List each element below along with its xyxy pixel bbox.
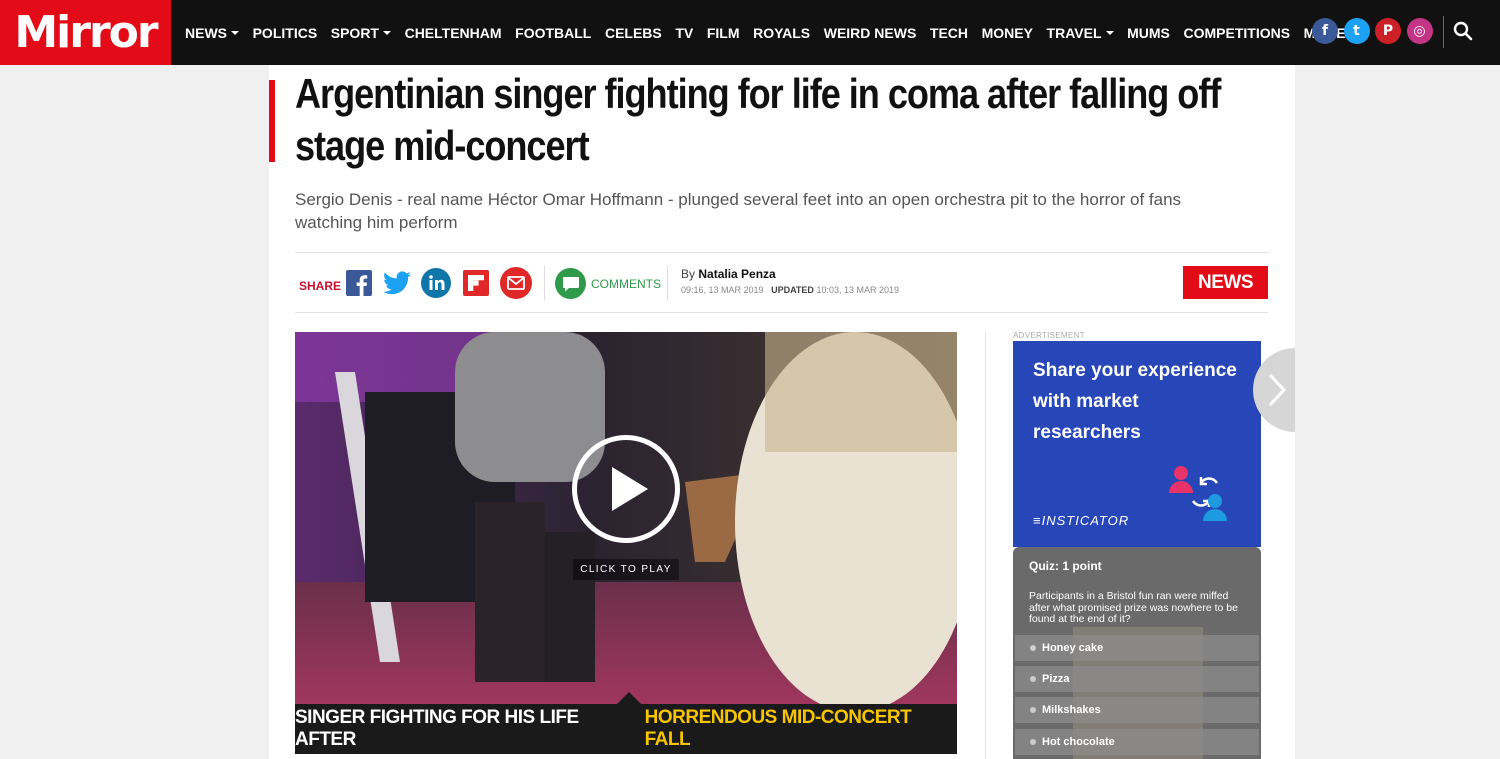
- byline: By Natalia Penza: [681, 267, 776, 281]
- quiz-option[interactable]: Honey cake: [1015, 635, 1259, 661]
- advertisement-label: ADVERTISEMENT: [1013, 331, 1085, 340]
- comments-divider: [667, 266, 668, 300]
- divider: [295, 252, 1268, 253]
- email-share-icon[interactable]: [500, 267, 532, 299]
- nav-item-money[interactable]: MONEY: [982, 25, 1033, 41]
- quiz-option[interactable]: Hot chocolate: [1015, 729, 1259, 755]
- main-nav: NEWS POLITICS SPORT CHELTENHAM FOOTBALL CELEB…: [185, 0, 1371, 65]
- facebook-icon[interactable]: f: [1312, 18, 1338, 44]
- quiz-widget: Quiz: 1 point Participants in a Bristol …: [1013, 547, 1261, 759]
- logo-text: Mirror: [14, 7, 158, 58]
- nav-item-label: TV: [675, 24, 694, 41]
- share-divider: [544, 266, 545, 300]
- video-player[interactable]: CLICK TO PLAY: [295, 332, 957, 705]
- caption-highlight: HORRENDOUS MID-CONCERT FALL: [644, 707, 912, 750]
- quiz-option[interactable]: Pizza: [1015, 666, 1259, 692]
- top-navbar: Mirror NEWS POLITICS SPORT CHELTENHAM FOOTBA…: [0, 0, 1500, 65]
- nav-item-weird-news[interactable]: WEIRD NEWS: [824, 25, 917, 41]
- caption-notch: [617, 692, 641, 704]
- nav-item-label: SPORT: [330, 24, 379, 41]
- share-label: SHARE: [299, 279, 342, 293]
- article-standfirst: Sergio Denis - real name Héctor Omar Hof…: [295, 190, 1182, 232]
- nav-item-cheltenham[interactable]: CHELTENHAM: [405, 25, 502, 41]
- advertisement-banner[interactable]: Share your experience with market resear…: [1013, 341, 1261, 547]
- instagram-icon[interactable]: ◎: [1406, 18, 1433, 44]
- nav-item-label: MUMS: [1127, 24, 1170, 41]
- nav-item-mums[interactable]: MUMS: [1127, 25, 1170, 41]
- ad-headline: Share your experience with market resear…: [1033, 360, 1237, 443]
- nav-item-tech[interactable]: TECH: [930, 25, 968, 41]
- nav-item-label: CHELTENHAM: [404, 24, 502, 41]
- click-to-play-label: CLICK TO PLAY: [295, 559, 957, 580]
- chevron-right-icon: [1268, 373, 1287, 407]
- nav-item-news[interactable]: NEWS: [185, 25, 239, 41]
- nav-item-sport[interactable]: SPORT: [331, 25, 391, 41]
- section-tag[interactable]: NEWS: [1183, 266, 1268, 299]
- facebook-share-icon[interactable]: [344, 268, 374, 298]
- nav-item-celebs[interactable]: CELEBS: [605, 25, 662, 41]
- article-dates: 09:16, 13 MAR 2019 UPDATED 10:03, 13 MAR…: [681, 285, 899, 295]
- nav-item-travel[interactable]: TRAVEL: [1047, 25, 1114, 41]
- mirror-logo[interactable]: Mirror: [0, 0, 171, 65]
- nav-item-competitions[interactable]: COMPETITIONS: [1183, 25, 1290, 41]
- nav-item-tv[interactable]: TV: [675, 25, 693, 41]
- published-date: 09:16, 13 MAR 2019: [681, 285, 764, 295]
- pinterest-icon[interactable]: P: [1375, 18, 1401, 44]
- quiz-question: Participants in a Bristol fun ran were m…: [1029, 590, 1238, 625]
- updated-label: UPDATED: [771, 285, 814, 295]
- twitter-icon[interactable]: t: [1343, 18, 1370, 44]
- quiz-title: Quiz: 1 point: [1029, 559, 1102, 573]
- twitter-share-icon[interactable]: [382, 268, 412, 298]
- caret-down-icon: [1105, 30, 1114, 35]
- comments-button[interactable]: COMMENTS: [555, 268, 661, 299]
- headline-accent: [269, 80, 275, 162]
- nav-item-label: FILM: [706, 24, 740, 41]
- comments-label: COMMENTS: [591, 276, 661, 291]
- article-headline: Argentinian singer fighting for life in …: [295, 70, 1221, 169]
- author-link[interactable]: Natalia Penza: [698, 267, 775, 281]
- nav-item-label: TECH: [929, 24, 969, 41]
- nav-item-label: TRAVEL: [1046, 24, 1102, 41]
- people-exchange-icon: [1169, 466, 1227, 521]
- nav-item-label: MONEY: [981, 24, 1033, 41]
- nav-item-label: COMPETITIONS: [1183, 24, 1291, 41]
- quiz-option[interactable]: Milkshakes: [1015, 697, 1259, 723]
- search-icon[interactable]: [1452, 20, 1474, 42]
- nav-item-label: ROYALS: [753, 24, 811, 41]
- nav-item-label: FOOTBALL: [515, 24, 592, 41]
- video-caption: SINGER FIGHTING FOR HIS LIFE AFTER HORRE…: [295, 704, 957, 754]
- next-article-button[interactable]: [1253, 340, 1295, 440]
- nav-item-label: WEIRD NEWS: [823, 24, 917, 41]
- nav-item-label: CELEBS: [604, 24, 662, 41]
- nav-item-label: NEWS: [185, 24, 227, 41]
- flipboard-share-icon[interactable]: [461, 268, 491, 298]
- social-links: f t P ◎: [1312, 18, 1438, 44]
- by-prefix: By: [681, 267, 696, 281]
- ad-brand: ≡INSTICATOR: [1033, 513, 1130, 528]
- nav-divider: [1443, 16, 1444, 48]
- nav-item-label: POLITICS: [252, 24, 318, 41]
- comment-bubble-icon: [555, 268, 586, 299]
- nav-item-politics[interactable]: POLITICS: [253, 25, 318, 41]
- caret-down-icon: [231, 30, 239, 35]
- caption-text: SINGER FIGHTING FOR HIS LIFE AFTER: [295, 707, 579, 750]
- caret-down-icon: [382, 30, 391, 35]
- updated-date: 10:03, 13 MAR 2019: [816, 285, 899, 295]
- divider: [295, 312, 1268, 313]
- column-divider: [985, 332, 986, 759]
- linkedin-share-icon[interactable]: [421, 268, 451, 298]
- play-button-icon[interactable]: [572, 435, 680, 543]
- nav-item-film[interactable]: FILM: [707, 25, 740, 41]
- nav-item-royals[interactable]: ROYALS: [753, 25, 810, 41]
- nav-item-football[interactable]: FOOTBALL: [515, 25, 591, 41]
